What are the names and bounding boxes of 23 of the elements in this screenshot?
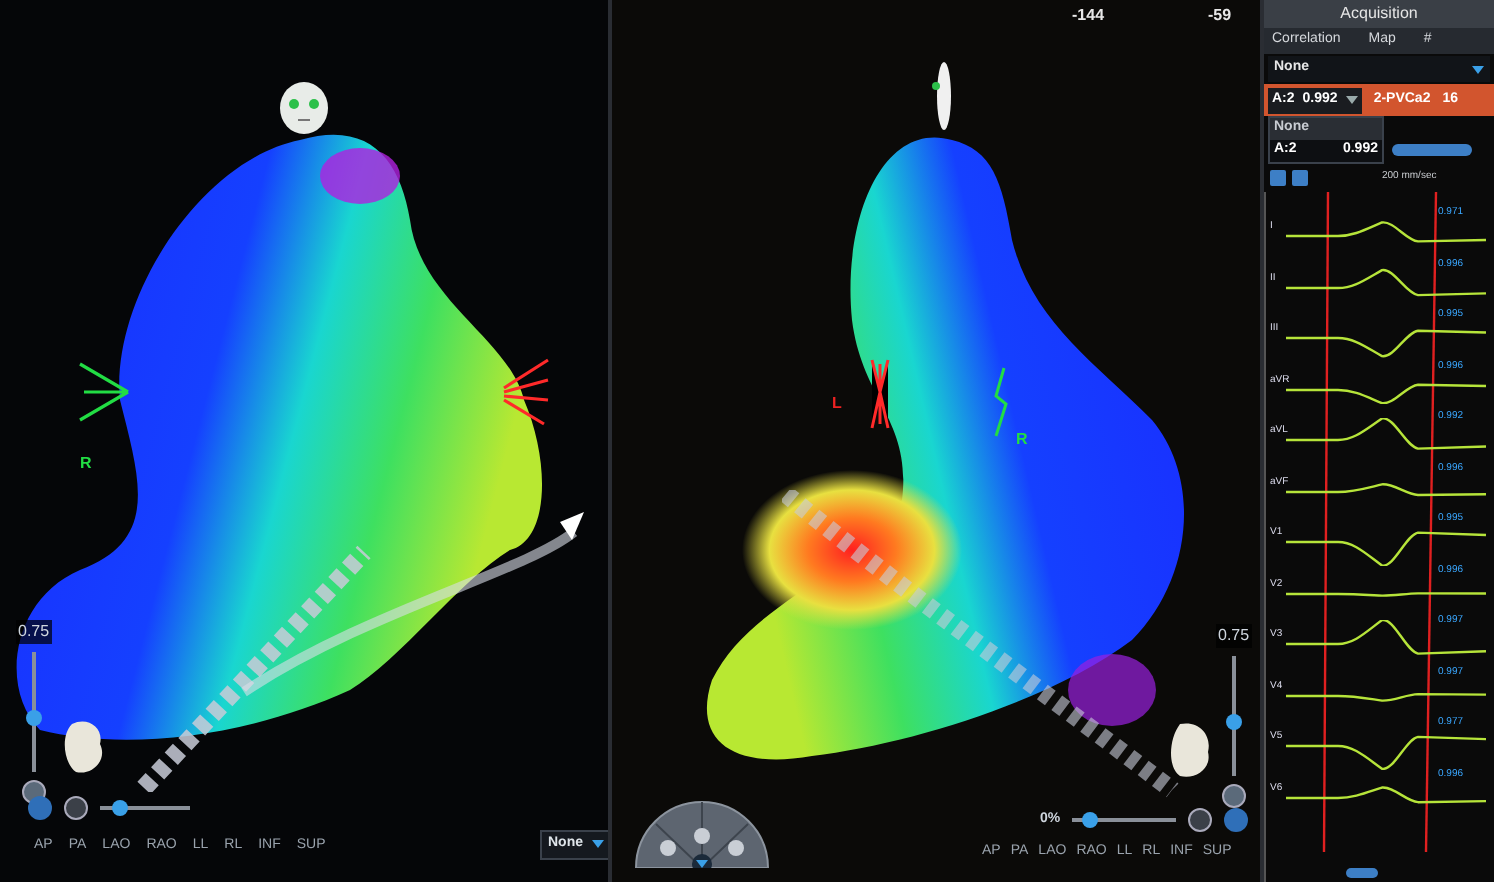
scroll-bar[interactable]	[1392, 144, 1472, 156]
orientation-label: R	[80, 452, 92, 476]
orientation-label: L	[832, 392, 842, 416]
round-button[interactable]	[1221, 784, 1246, 808]
caret-icon	[1472, 65, 1484, 73]
caret-icon	[591, 840, 603, 849]
opacity-slider[interactable]	[1072, 812, 1177, 828]
scroll-bar[interactable]	[1346, 868, 1378, 878]
opacity-slider[interactable]	[100, 800, 190, 816]
orientation-label: R	[1016, 428, 1028, 452]
zoom-slider[interactable]	[1225, 656, 1242, 776]
header-value: -59	[1208, 4, 1232, 28]
header-value: -144	[1072, 4, 1105, 28]
zoom-slider[interactable]	[25, 652, 42, 772]
head-icon	[278, 80, 330, 136]
rotate-button[interactable]	[28, 796, 52, 820]
zoom-value: 0.75	[16, 620, 52, 644]
zoom-value: 0.75	[1216, 624, 1252, 648]
rotate-button[interactable]	[1224, 808, 1249, 832]
head-icon	[932, 60, 952, 132]
round-button[interactable]	[64, 796, 88, 820]
round-button[interactable]	[1188, 808, 1213, 832]
panel-title: Acquisition	[1264, 0, 1494, 28]
